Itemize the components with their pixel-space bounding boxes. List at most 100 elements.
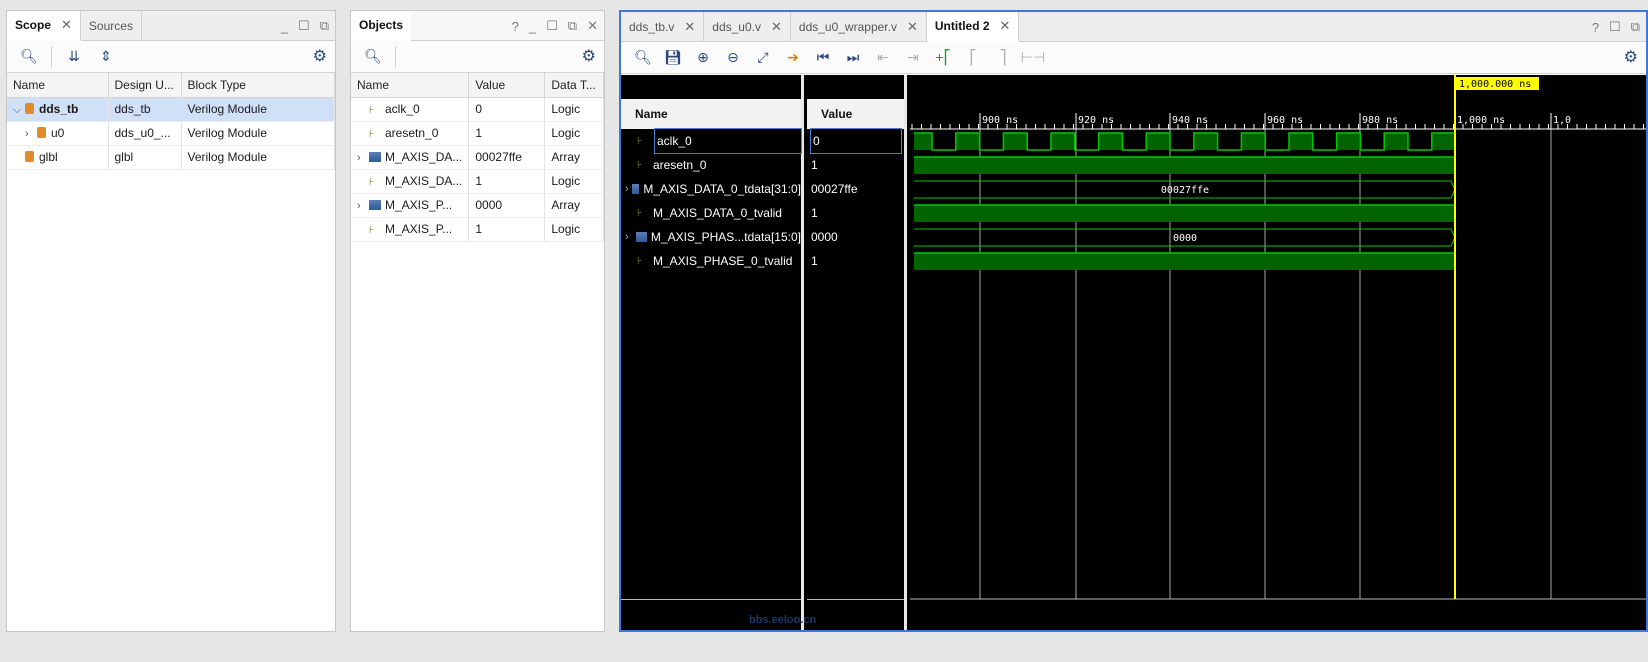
- close-icon[interactable]: ✕: [907, 19, 918, 35]
- table-row[interactable]: ⊦ aresetn_0 1 Logic: [351, 121, 604, 146]
- tab-dds-tb[interactable]: dds_tb.v ✕: [621, 12, 705, 41]
- maximize-icon[interactable]: ☐: [298, 18, 310, 34]
- tab-dds-u0[interactable]: dds_u0.v ✕: [704, 12, 791, 41]
- maximize-icon[interactable]: ☐: [546, 18, 558, 34]
- table-row[interactable]: ⊦ M_AXIS_DA... 1 Logic: [351, 169, 604, 194]
- clock-high-fill: [1193, 133, 1218, 150]
- signal-value-row[interactable]: 1: [811, 153, 901, 177]
- gear-icon[interactable]: ⚙: [1624, 47, 1638, 67]
- toolbar-separator: [395, 45, 396, 68]
- expand-all-icon[interactable]: ⇕: [92, 45, 120, 69]
- scope-block-type: Verilog Module: [181, 145, 335, 170]
- goto-end-icon[interactable]: ⏭: [839, 46, 867, 70]
- help-icon[interactable]: ?: [1592, 20, 1599, 35]
- minimize-icon[interactable]: _: [281, 19, 288, 34]
- scope-tabbar: Scope ✕ Sources _ ☐ ⧉: [7, 11, 335, 41]
- search-icon[interactable]: 🔍︎: [359, 45, 387, 69]
- objects-title-label: Objects: [359, 18, 404, 32]
- close-icon[interactable]: ✕: [684, 19, 695, 35]
- column-header-name[interactable]: Name: [351, 73, 470, 98]
- clock-high-fill: [1289, 133, 1313, 150]
- waveform-canvas[interactable]: 900 ns 920 ns 940 ns 960 ns 980 ns 1,000 ns 1,…: [910, 75, 1646, 630]
- signal-name-row[interactable]: ⊦ aresetn_0: [625, 153, 801, 177]
- tab-untitled-2[interactable]: Untitled 2 ✕: [926, 12, 1020, 42]
- goto-start-icon[interactable]: ⏮: [809, 46, 837, 70]
- scope-block-type: Verilog Module: [181, 97, 335, 122]
- signal-value-row[interactable]: 1: [811, 249, 901, 273]
- object-value: 1: [468, 169, 546, 194]
- table-row[interactable]: ⊦ aclk_0 0 Logic: [351, 97, 604, 122]
- signal-value-row[interactable]: 1: [811, 201, 901, 225]
- previous-transition-icon[interactable]: ⇤: [869, 46, 897, 70]
- chevron-right-icon[interactable]: ›: [25, 128, 37, 140]
- column-header-design-unit[interactable]: Design U...: [108, 73, 182, 98]
- array-icon: [369, 200, 381, 210]
- table-row[interactable]: glbl glbl Verilog Module: [7, 145, 335, 170]
- column-header-name[interactable]: Name: [7, 73, 109, 98]
- wave-footer-divider: [621, 599, 801, 600]
- signal-name-row[interactable]: › M_AXIS_PHAS...tdata[15:0]: [625, 225, 801, 249]
- float-icon[interactable]: ⧉: [320, 18, 329, 34]
- goto-cursor-icon[interactable]: ➔: [779, 46, 807, 70]
- signal-name-row[interactable]: aclk_0 ⊦: [637, 128, 802, 154]
- table-row[interactable]: › u0 dds_u0_... Verilog Module: [7, 121, 335, 146]
- close-icon[interactable]: ✕: [771, 19, 782, 35]
- chevron-right-icon[interactable]: ›: [357, 200, 369, 212]
- close-icon[interactable]: ✕: [587, 18, 598, 34]
- tab-scope[interactable]: Scope ✕: [7, 11, 81, 41]
- signal-value-row[interactable]: 0: [810, 128, 902, 154]
- wave-panel: dds_tb.v ✕ dds_u0.v ✕ dds_u0_wrapper.v ✕ Un…: [619, 10, 1648, 632]
- object-name-cell: ⊦ M_AXIS_P...: [351, 217, 470, 242]
- zoom-in-icon[interactable]: ⊕: [689, 46, 717, 70]
- search-icon[interactable]: 🔍︎: [629, 46, 657, 70]
- chevron-right-icon[interactable]: ›: [357, 152, 369, 164]
- value-column-header[interactable]: Value: [807, 99, 904, 129]
- table-row[interactable]: ⊦ M_AXIS_P... 1 Logic: [351, 217, 604, 242]
- zoom-fit-icon[interactable]: ⤢: [749, 46, 777, 70]
- previous-marker-icon[interactable]: ⎡: [959, 46, 987, 70]
- table-row[interactable]: ⌵ dds_tb dds_tb Verilog Module: [7, 97, 335, 122]
- tab-sources[interactable]: Sources: [81, 11, 142, 40]
- gear-icon[interactable]: ⚙: [313, 46, 327, 66]
- time-tick-label: 1,000 ns: [1457, 115, 1505, 126]
- collapse-all-icon[interactable]: ⇊: [60, 45, 88, 69]
- tab-dds-u0-wrapper[interactable]: dds_u0_wrapper.v ✕: [791, 12, 927, 41]
- save-icon[interactable]: 💾︎: [659, 46, 687, 70]
- chevron-right-icon[interactable]: ›: [625, 183, 632, 195]
- close-icon[interactable]: ✕: [1000, 18, 1011, 34]
- objects-panel: Objects ? _ ☐ ⧉ ✕ 🔍︎ ⚙ Name Value Data T…: [350, 10, 605, 632]
- chevron-down-icon[interactable]: ⌵: [13, 104, 25, 117]
- signal-name-row[interactable]: › M_AXIS_DATA_0_tdata[31:0]: [625, 177, 801, 201]
- object-type: Logic: [544, 169, 604, 194]
- float-icon[interactable]: ⧉: [1631, 19, 1640, 35]
- clock-high-fill: [1003, 133, 1028, 150]
- column-header-value[interactable]: Value: [468, 73, 546, 98]
- zoom-out-icon[interactable]: ⊖: [719, 46, 747, 70]
- signal-name-row[interactable]: ⊦ M_AXIS_PHASE_0_tvalid: [625, 249, 801, 273]
- table-row[interactable]: › M_AXIS_P... 0000 Array: [351, 193, 604, 218]
- help-icon[interactable]: ?: [512, 19, 519, 34]
- add-marker-icon[interactable]: +⎡: [929, 46, 957, 70]
- module-icon: [25, 151, 34, 162]
- table-row[interactable]: › M_AXIS_DA... 00027ffe Array: [351, 145, 604, 170]
- object-name: M_AXIS_P...: [385, 198, 453, 212]
- signal-value-row[interactable]: 00027ffe: [811, 177, 901, 201]
- chevron-right-icon[interactable]: ›: [625, 231, 636, 243]
- clock-high-fill: [1098, 133, 1123, 150]
- minimize-icon[interactable]: _: [529, 19, 536, 34]
- signal-name-row[interactable]: ⊦ M_AXIS_DATA_0_tvalid: [625, 201, 801, 225]
- float-icon[interactable]: ⧉: [568, 18, 577, 34]
- next-marker-icon[interactable]: ⎤: [989, 46, 1017, 70]
- column-header-block-type[interactable]: Block Type: [181, 73, 335, 98]
- maximize-icon[interactable]: ☐: [1609, 19, 1621, 35]
- object-type: Array: [544, 145, 604, 170]
- column-header-data-type[interactable]: Data T...: [544, 73, 604, 98]
- name-column-header[interactable]: Name: [621, 99, 801, 129]
- gear-icon[interactable]: ⚙: [582, 46, 596, 66]
- signal-value-row[interactable]: 0000: [811, 225, 901, 249]
- swap-cursors-icon[interactable]: ⊢⊣: [1019, 46, 1047, 70]
- close-icon[interactable]: ✕: [61, 17, 72, 33]
- signal-name: aclk_0: [657, 134, 692, 148]
- next-transition-icon[interactable]: ⇥: [899, 46, 927, 70]
- search-icon[interactable]: 🔍︎: [15, 45, 43, 69]
